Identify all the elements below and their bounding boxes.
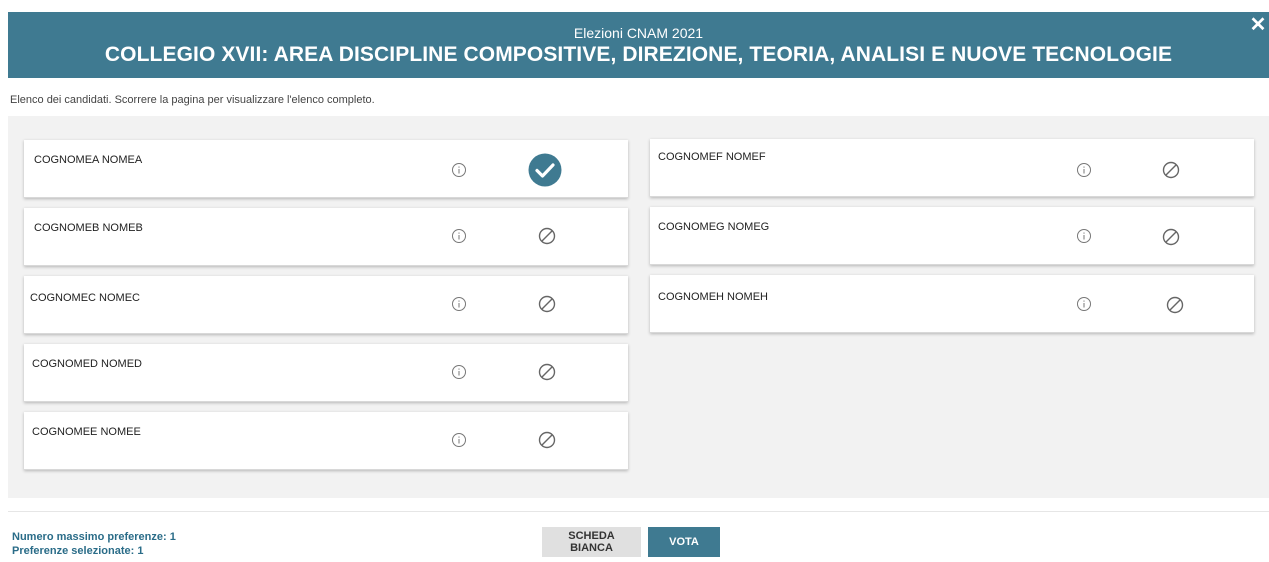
info-icon[interactable] <box>451 296 467 312</box>
check-circle-icon[interactable] <box>528 153 562 187</box>
candidate-card: COGNOMEF NOMEF <box>650 139 1254 197</box>
close-icon[interactable]: ✕ <box>1247 14 1269 36</box>
candidate-name: COGNOMEF NOMEF <box>658 151 766 163</box>
ban-icon[interactable] <box>1162 161 1180 179</box>
candidate-card: COGNOMEG NOMEG <box>650 207 1254 265</box>
candidate-name: COGNOMEH NOMEH <box>658 291 768 303</box>
modal-header: Elezioni CNAM 2021 COLLEGIO XVII: AREA D… <box>8 12 1269 78</box>
candidate-card: COGNOMEC NOMEC <box>24 276 628 334</box>
selected-preferences-text: Preferenze selezionate: 1 <box>12 545 144 557</box>
blank-ballot-button[interactable]: SCHEDA BIANCA <box>542 527 641 557</box>
preferences-info: Numero massimo preferenze: 1 Preferenze … <box>12 530 176 558</box>
ban-icon[interactable] <box>538 227 556 245</box>
footer-divider <box>8 511 1269 512</box>
candidate-card: COGNOMEE NOMEE <box>24 412 628 470</box>
info-icon[interactable] <box>1076 162 1092 178</box>
ban-icon[interactable] <box>1166 296 1184 314</box>
candidate-name: COGNOMEE NOMEE <box>32 426 141 438</box>
info-icon[interactable] <box>1076 296 1092 312</box>
candidate-name: COGNOMEG NOMEG <box>658 221 770 233</box>
info-icon[interactable] <box>1076 228 1092 244</box>
candidate-name: COGNOMED NOMED <box>32 358 142 370</box>
ban-icon[interactable] <box>538 431 556 449</box>
candidate-name: COGNOMEB NOMEB <box>34 222 143 234</box>
candidate-name: COGNOMEC NOMEC <box>30 292 140 304</box>
info-icon[interactable] <box>451 364 467 380</box>
candidate-card: COGNOMED NOMED <box>24 344 628 402</box>
college-title: COLLEGIO XVII: AREA DISCIPLINE COMPOSITI… <box>104 43 1173 66</box>
ban-icon[interactable] <box>538 295 556 313</box>
ban-icon[interactable] <box>538 363 556 381</box>
instructions-text: Elenco dei candidati. Scorrere la pagina… <box>10 94 375 106</box>
candidate-card: COGNOMEH NOMEH <box>650 275 1254 333</box>
info-icon[interactable] <box>451 432 467 448</box>
candidate-card: COGNOMEB NOMEB <box>24 208 628 266</box>
candidate-list: COGNOMEA NOMEA COGNOMEB NOMEB COGNOMEC N… <box>8 116 1269 498</box>
ban-icon[interactable] <box>1162 228 1180 246</box>
election-subtitle: Elezioni CNAM 2021 <box>573 25 704 41</box>
info-icon[interactable] <box>451 162 467 178</box>
max-preferences-text: Numero massimo preferenze: 1 <box>12 531 176 543</box>
candidate-card: COGNOMEA NOMEA <box>24 140 628 198</box>
candidate-name: COGNOMEA NOMEA <box>34 154 143 166</box>
vote-button[interactable]: VOTA <box>648 527 720 557</box>
info-icon[interactable] <box>451 228 467 244</box>
